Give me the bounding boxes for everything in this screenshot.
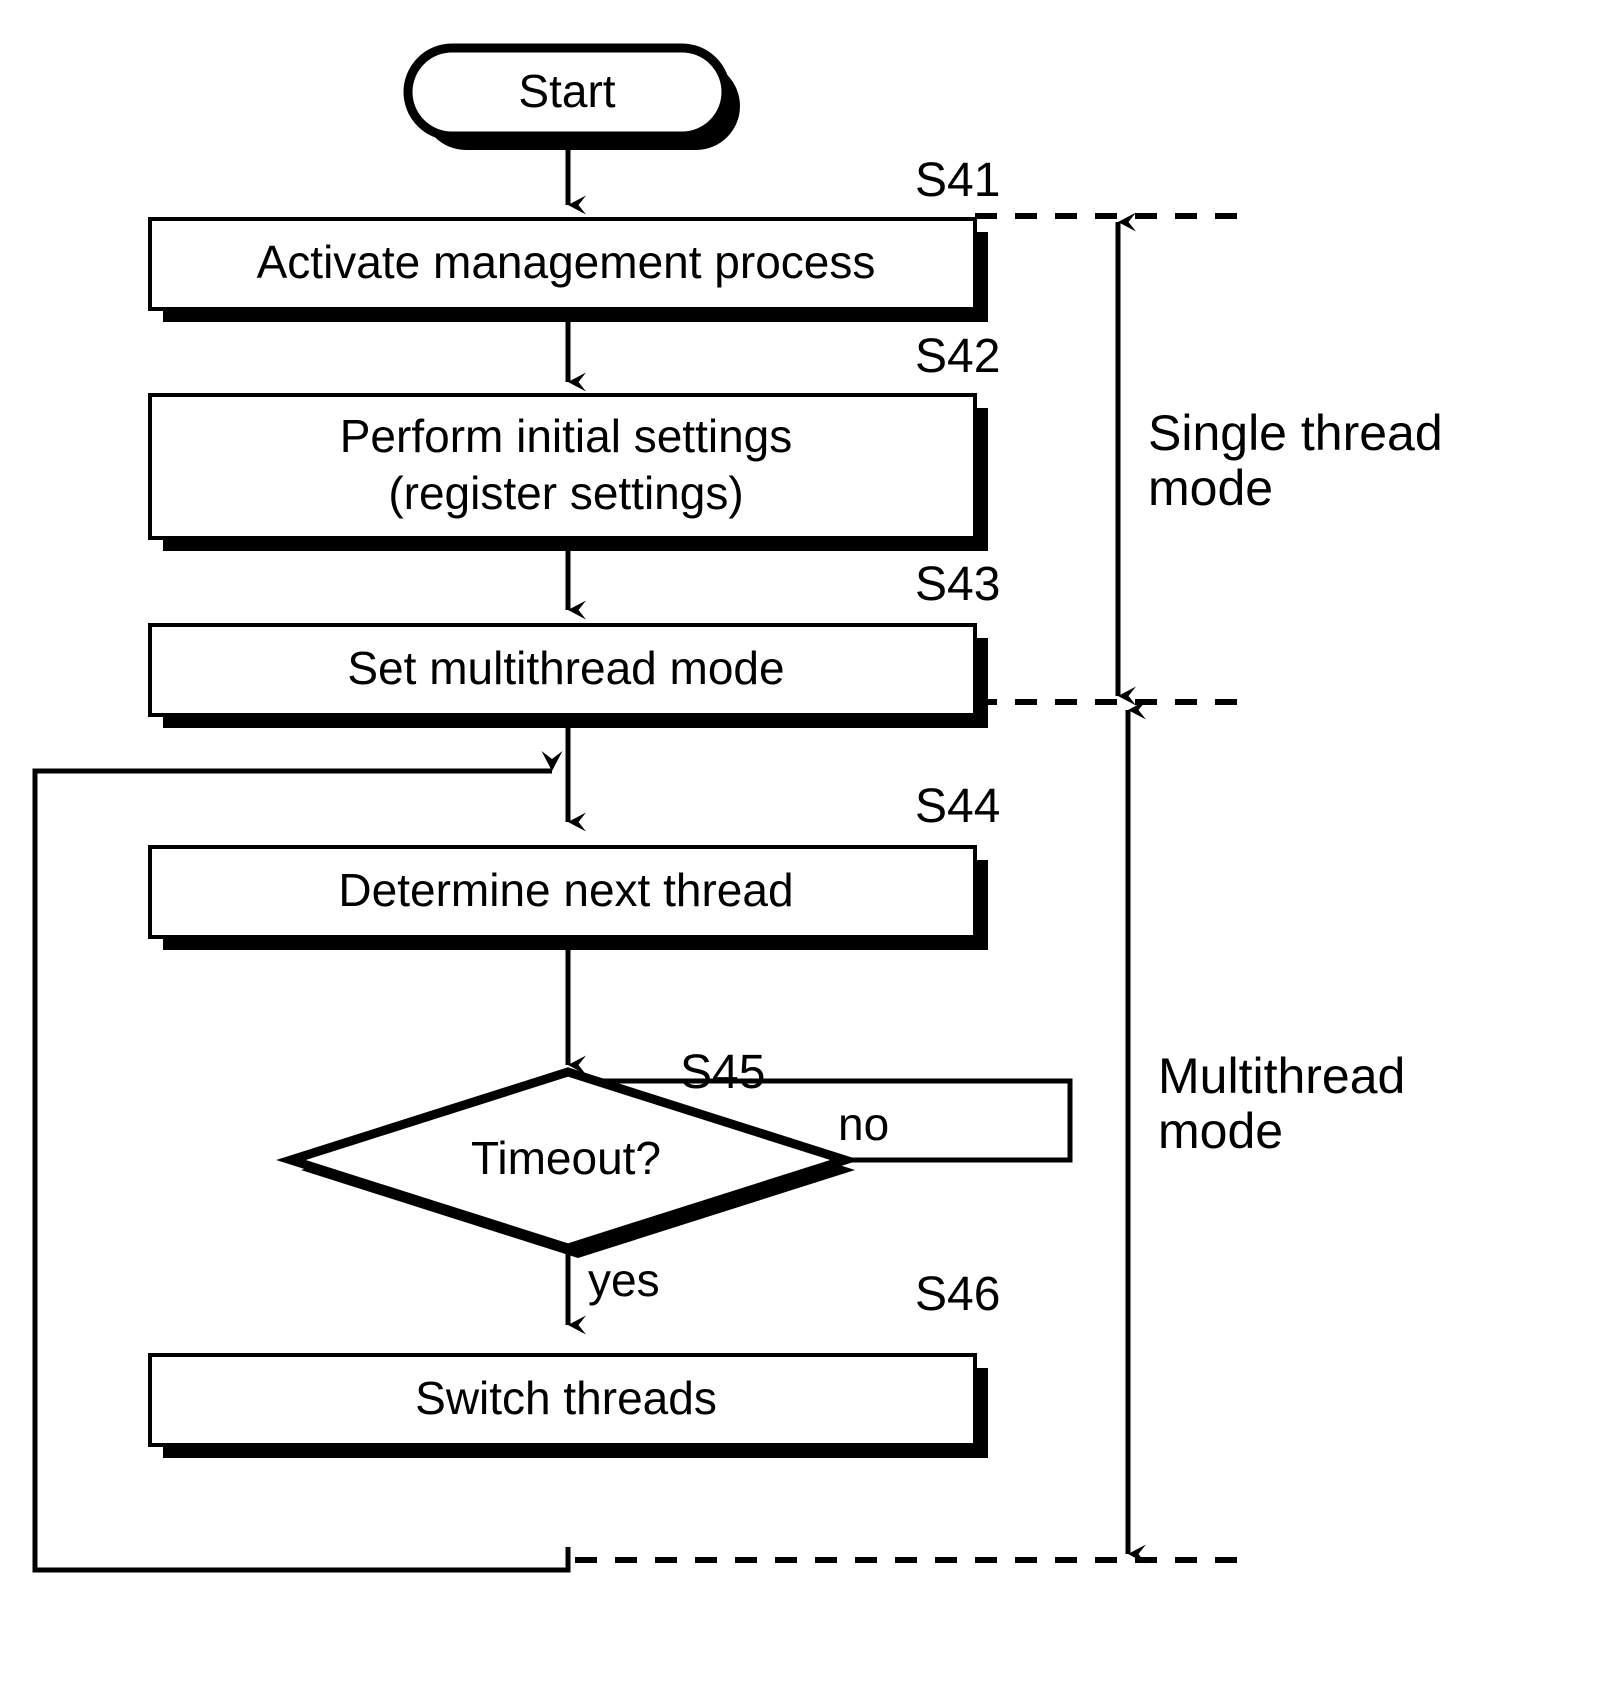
mode-label-multi-line2: mode <box>1158 1103 1283 1159</box>
mode-label-multi-line1: Multithread <box>1158 1048 1405 1104</box>
start-label: Start <box>518 65 615 117</box>
step-label-s44: S44 <box>915 780 1000 833</box>
node-s41: Activate management process <box>148 217 988 322</box>
flowchart-canvas: Start Activate management process S41 Pe… <box>32 43 1443 1573</box>
mode-label-single-line1: Single thread <box>1148 405 1443 461</box>
s42-label-line2: (register settings) <box>388 467 743 519</box>
step-label-s46: S46 <box>915 1268 1000 1321</box>
node-s42: Perform initial settings (register setti… <box>148 393 988 551</box>
node-start: Start <box>403 43 740 150</box>
s44-label: Determine next thread <box>338 864 793 916</box>
branch-label-yes: yes <box>588 1254 660 1306</box>
node-s44: Determine next thread <box>148 845 988 950</box>
step-label-s41: S41 <box>915 154 1000 207</box>
s42-label-line1: Perform initial settings <box>340 410 793 462</box>
flowchart-figure: Start Activate management process S41 Pe… <box>0 0 1609 1685</box>
s45-label: Timeout? <box>471 1132 661 1184</box>
node-s45: Timeout? <box>276 1067 860 1258</box>
branch-label-no: no <box>838 1098 889 1150</box>
s43-label: Set multithread mode <box>347 642 784 694</box>
node-s43: Set multithread mode <box>148 623 988 728</box>
s41-label: Activate management process <box>257 236 876 288</box>
step-label-s45: S45 <box>680 1046 765 1099</box>
s46-label: Switch threads <box>415 1372 717 1424</box>
mode-label-single-line2: mode <box>1148 460 1273 516</box>
step-label-s42: S42 <box>915 330 1000 383</box>
node-s46: Switch threads <box>148 1353 988 1458</box>
step-label-s43: S43 <box>915 558 1000 611</box>
